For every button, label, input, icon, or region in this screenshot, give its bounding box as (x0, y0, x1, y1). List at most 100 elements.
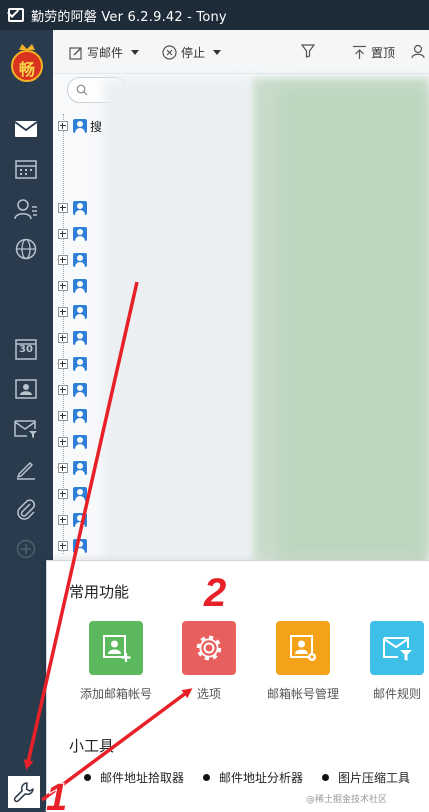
bullet-icon (84, 774, 91, 781)
search-folder-icon (73, 119, 87, 133)
account-management-tile[interactable] (276, 621, 330, 675)
add-circle-icon[interactable] (13, 536, 39, 562)
user-icon (73, 513, 87, 527)
tree-row-account[interactable] (58, 227, 87, 241)
pen-icon[interactable] (13, 456, 39, 482)
add-account-icon (103, 635, 131, 662)
user-icon (73, 305, 87, 319)
expand-icon[interactable] (58, 463, 68, 473)
mail-icon[interactable] (13, 116, 39, 142)
expand-icon[interactable] (58, 203, 68, 213)
options-tile[interactable] (182, 621, 236, 675)
tree-row-account[interactable] (58, 279, 87, 293)
account-button[interactable] (411, 44, 429, 59)
globe-icon[interactable] (13, 236, 39, 262)
watermark: @稀土掘金技术社区 (306, 795, 388, 805)
expand-icon[interactable] (58, 541, 68, 551)
stop-icon (162, 45, 177, 60)
mail-rules-tile[interactable] (370, 621, 424, 675)
pin-top-button[interactable]: 置顶 (352, 44, 395, 61)
bullet-icon (203, 774, 210, 781)
address-card-icon[interactable] (13, 376, 39, 402)
user-icon (73, 227, 87, 241)
tree-row-account[interactable] (58, 513, 87, 527)
add-account-label: 添加邮箱帐号 (79, 687, 152, 701)
compose-dropdown-icon[interactable] (131, 50, 140, 55)
app-logo[interactable]: 畅 (10, 44, 44, 82)
tree-row-account[interactable] (58, 487, 87, 501)
user-icon (73, 253, 87, 267)
pin-top-icon (353, 45, 366, 59)
tree-row-account[interactable] (58, 253, 87, 267)
stop-dropdown-icon[interactable] (213, 50, 222, 55)
expand-icon[interactable] (58, 385, 68, 395)
filter-button[interactable] (301, 44, 319, 58)
date-number: 30 (19, 344, 33, 355)
user-icon (73, 201, 87, 215)
stop-button[interactable]: 停止 (162, 44, 222, 61)
tree-row-search[interactable]: 搜 (58, 119, 103, 134)
date-30-icon[interactable]: 30 (13, 336, 39, 362)
contacts-icon[interactable] (13, 196, 39, 222)
wrench-icon (13, 782, 34, 803)
tree-row-account[interactable] (58, 357, 87, 371)
expand-icon[interactable] (58, 255, 68, 265)
filter-icon (301, 44, 315, 58)
folder-tree-panel: 搜 (53, 78, 429, 560)
app-mail-icon (8, 8, 24, 22)
account-management-label: 邮箱帐号管理 (266, 687, 339, 701)
tree-row-account[interactable] (58, 435, 87, 449)
user-icon (73, 461, 87, 475)
compose-label: 写邮件 (87, 46, 124, 60)
blurred-list-area (103, 78, 253, 560)
expand-icon[interactable] (58, 229, 68, 239)
logo-character: 畅 (18, 60, 35, 79)
calendar-icon[interactable] (13, 156, 39, 182)
search-folder-label: 搜 (90, 119, 103, 134)
tool-address-analyzer-label: 邮件地址分析器 (219, 771, 304, 785)
small-tools-title: 小工具 (69, 737, 115, 755)
user-icon (73, 409, 87, 423)
gear-icon (196, 635, 222, 661)
tool-address-analyzer[interactable]: 邮件地址分析器 (203, 769, 303, 786)
expand-icon[interactable] (58, 411, 68, 421)
tree-row-account[interactable] (58, 461, 87, 475)
tree-row-account[interactable] (58, 539, 87, 553)
tools-popup: 常用功能 添加邮箱帐号 选项 邮箱帐号管理 邮件规则 小工具 邮件地址拾取器 邮… (46, 560, 429, 812)
tree-row-account[interactable] (58, 331, 87, 345)
user-icon (73, 487, 87, 501)
blurred-preview-area-inner (278, 88, 429, 558)
mail-filter-icon[interactable] (13, 416, 39, 442)
user-icon (73, 539, 87, 553)
tools-button[interactable] (8, 776, 40, 808)
expand-icon[interactable] (58, 307, 68, 317)
common-functions-title: 常用功能 (69, 583, 130, 601)
tree-row-account[interactable] (58, 383, 87, 397)
expand-icon[interactable] (58, 437, 68, 447)
tool-image-compressor-label: 图片压缩工具 (338, 771, 411, 785)
tree-row-account[interactable] (58, 409, 87, 423)
stop-label: 停止 (181, 46, 206, 60)
expand-icon[interactable] (58, 281, 68, 291)
tool-address-picker[interactable]: 邮件地址拾取器 (84, 769, 184, 786)
user-icon (73, 357, 87, 371)
tree-row-account[interactable] (58, 305, 87, 319)
expand-icon[interactable] (58, 333, 68, 343)
compose-icon (69, 46, 82, 60)
search-icon (76, 84, 88, 96)
account-icon (411, 44, 425, 59)
expand-icon[interactable] (58, 489, 68, 499)
options-label: 选项 (196, 687, 221, 701)
tree-row-account[interactable] (58, 201, 87, 215)
tool-image-compressor[interactable]: 图片压缩工具 (322, 769, 410, 786)
mail-rules-icon (383, 637, 412, 661)
window-title: 勤劳的阿磐 Ver 6.2.9.42 - Tony (31, 9, 227, 25)
pin-top-label: 置顶 (371, 46, 396, 60)
expand-icon[interactable] (58, 121, 68, 131)
expand-icon[interactable] (58, 359, 68, 369)
add-account-tile[interactable] (89, 621, 143, 675)
title-bar: 勤劳的阿磐 Ver 6.2.9.42 - Tony (0, 0, 429, 30)
paperclip-icon[interactable] (13, 496, 39, 522)
expand-icon[interactable] (58, 515, 68, 525)
compose-button[interactable]: 写邮件 (69, 44, 140, 61)
